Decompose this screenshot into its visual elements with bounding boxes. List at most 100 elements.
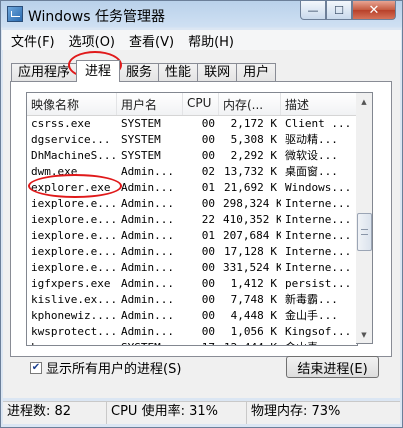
tab-networking[interactable]: 联网 (197, 63, 238, 82)
description-cell: 金山毒... (281, 340, 357, 345)
memory-cell: 4,448 K (230, 309, 277, 322)
description-cell: persist... (285, 277, 352, 290)
menu-bar: 文件(F) 选项(O) 查看(V) 帮助(H) (2, 30, 401, 50)
cpu-cell: 00 (201, 117, 215, 130)
show-all-users-option[interactable]: ✔ 显示所有用户的进程(S) (30, 358, 181, 377)
image-name-cell: iexplore.e... (31, 213, 117, 226)
memory-cell: 1,412 K (230, 277, 277, 290)
process-row[interactable]: iexplore.e... Admin... 22 410,352 K Interne.… (27, 212, 357, 228)
image-name-cell: DhMachineS... (31, 149, 117, 162)
list-header: 映像名称 用户名 CPU 内存(... 描述 (27, 93, 357, 116)
title-bar[interactable]: Windows 任务管理器 — ☐ ✕ (1, 1, 402, 29)
menu-help[interactable]: 帮助(H) (183, 31, 239, 50)
process-row[interactable]: iexplore.e... Admin... 00 298,324 K Interne.… (27, 196, 357, 212)
menu-options[interactable]: 选项(O) (64, 31, 120, 50)
tab-users[interactable]: 用户 (236, 63, 277, 82)
image-name-cell: iexplore.e... (31, 197, 117, 210)
user-name-cell: Admin... (121, 309, 174, 322)
vertical-scrollbar[interactable]: ▲ ▼ (356, 92, 373, 344)
process-row[interactable]: iexplore.e... Admin... 01 207,684 K Interne.… (27, 228, 357, 244)
scroll-up-icon[interactable]: ▲ (356, 93, 372, 110)
column-cpu[interactable]: CPU (183, 93, 219, 115)
menu-file[interactable]: 文件(F) (6, 31, 60, 50)
process-list[interactable]: 映像名称 用户名 CPU 内存(... 描述 csrss.exe SYSTEM 00… (26, 92, 358, 346)
status-memory-usage: 物理内存: 73% (251, 404, 341, 419)
memory-cell: 1,056 K (230, 325, 277, 338)
image-name-cell: explorer.exe (31, 181, 111, 194)
user-name-cell: Admin... (121, 181, 174, 194)
memory-cell: 21,692 K (224, 181, 277, 194)
column-image-name[interactable]: 映像名称 (27, 93, 117, 115)
process-row[interactable]: kxescore.exeSYSTEM1712,444 K金山毒... (27, 340, 357, 345)
cpu-cell: 01 (201, 229, 215, 242)
main-panel: 应用程序 进程 服务 性能 联网 用户 映像名称 用户名 CPU 内存(... … (3, 50, 400, 398)
image-name-cell: kphonewiz.... (31, 309, 117, 322)
image-name-cell: csrss.exe (31, 117, 91, 130)
process-row[interactable]: kphonewiz.... Admin... 00 4,448 K 金山手... (27, 308, 357, 324)
tab-services[interactable]: 服务 (119, 63, 160, 82)
process-row[interactable]: iexplore.e... Admin... 00 331,524 K Interne.… (27, 260, 357, 276)
user-name-cell: SYSTEM (117, 340, 183, 345)
process-row[interactable]: explorer.exe Admin... 01 21,692 K Windows... (27, 180, 357, 196)
image-name-cell: dgservice... (31, 133, 111, 146)
cpu-cell: 01 (201, 181, 215, 194)
tab-processes[interactable]: 进程 (76, 60, 121, 82)
image-name-cell: iexplore.e... (31, 229, 117, 242)
user-name-cell: Admin... (121, 277, 174, 290)
cpu-cell: 00 (201, 245, 215, 258)
cpu-cell: 17 (183, 340, 219, 345)
scroll-down-icon[interactable]: ▼ (356, 326, 372, 343)
process-row[interactable]: dwm.exe Admin... 02 13,732 K 桌面窗... (27, 164, 357, 180)
description-cell: 驱动精... (285, 133, 338, 146)
description-cell: 金山手... (285, 309, 338, 322)
description-cell: 桌面窗... (285, 165, 338, 178)
description-cell: Interne... (285, 197, 352, 210)
process-row[interactable]: iexplore.e... Admin... 00 17,128 K Interne..… (27, 244, 357, 260)
cpu-cell: 00 (201, 277, 215, 290)
process-row[interactable]: igfxpers.exe Admin... 00 1,412 K persist... (27, 276, 357, 292)
status-cpu-usage: CPU 使用率: 31% (107, 402, 247, 424)
cpu-cell: 00 (201, 197, 215, 210)
process-row[interactable]: DhMachineS... SYSTEM 00 2,292 K 微软设... (27, 148, 357, 164)
memory-cell: 410,352 K (223, 213, 281, 226)
maximize-button[interactable]: ☐ (326, 1, 352, 20)
caption-buttons: — ☐ ✕ (300, 1, 396, 21)
cpu-cell: 02 (201, 165, 215, 178)
tab-performance[interactable]: 性能 (158, 63, 199, 82)
user-name-cell: Admin... (121, 197, 174, 210)
status-process-count: 进程数: 82 (3, 402, 107, 424)
column-user-name[interactable]: 用户名 (117, 93, 183, 115)
column-memory[interactable]: 内存(... (219, 93, 281, 115)
memory-cell: 2,292 K (230, 149, 277, 162)
image-name-cell: iexplore.e... (31, 261, 117, 274)
column-description[interactable]: 描述 (281, 93, 357, 115)
minimize-button[interactable]: — (300, 1, 326, 20)
process-row[interactable]: csrss.exe SYSTEM 00 2,172 K Client ... (27, 116, 357, 132)
list-body: csrss.exe SYSTEM 00 2,172 K Client ... dgserv… (27, 116, 357, 345)
status-bar: 进程数: 82 CPU 使用率: 31% 物理内存: 73% (3, 401, 400, 424)
image-name-cell: kxescore.exe (27, 340, 117, 345)
memory-cell: 13,732 K (224, 165, 277, 178)
task-manager-icon (7, 6, 23, 22)
tab-applications[interactable]: 应用程序 (11, 63, 78, 82)
description-cell: 微软设... (285, 149, 338, 162)
scroll-thumb[interactable] (357, 213, 372, 251)
user-name-cell: Admin... (121, 325, 174, 338)
description-cell: Kingsof... (285, 325, 352, 338)
process-row[interactable]: kislive.ex... Admin... 00 7,748 K 新毒霸... (27, 292, 357, 308)
user-name-cell: Admin... (121, 213, 174, 226)
close-button[interactable]: ✕ (352, 1, 396, 20)
image-name-cell: igfxpers.exe (31, 277, 111, 290)
process-row[interactable]: kwsprotect... Admin... 00 1,056 K Kingsof... (27, 324, 357, 340)
show-all-users-checkbox[interactable]: ✔ (30, 361, 42, 374)
user-name-cell: SYSTEM (121, 117, 161, 130)
process-row[interactable]: dgservice... SYSTEM 00 5,308 K 驱动精... (27, 132, 357, 148)
menu-view[interactable]: 查看(V) (124, 31, 179, 50)
tab-strip: 应用程序 进程 服务 性能 联网 用户 (11, 60, 277, 82)
memory-cell: 207,684 K (223, 229, 281, 242)
cpu-cell: 00 (201, 309, 215, 322)
end-process-button[interactable]: 结束进程(E) (286, 356, 379, 378)
cpu-cell: 00 (201, 133, 215, 146)
cpu-cell: 00 (201, 261, 215, 274)
description-cell: 新毒霸... (285, 293, 338, 306)
